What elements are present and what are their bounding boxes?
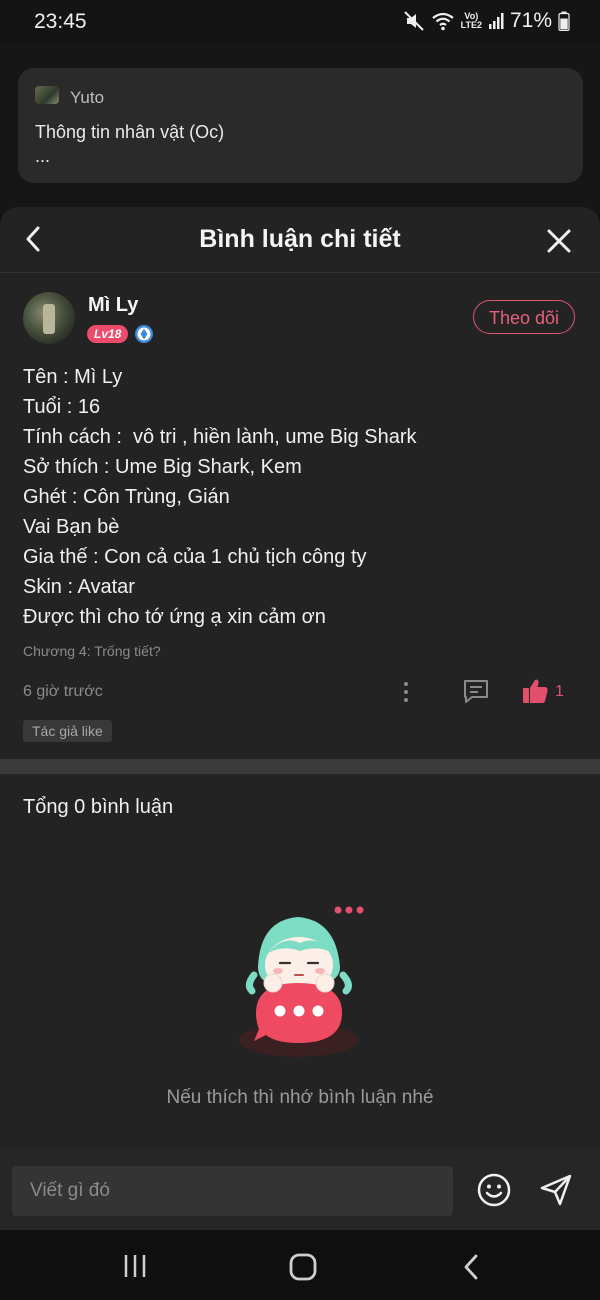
comment-line: Skin : Avatar [23, 576, 135, 598]
background-username: Yuto [70, 88, 105, 107]
comment-line: Tên : Mì Ly [23, 366, 123, 388]
comment-line: Tính cách : vô tri , hiền lành, ume Big … [23, 426, 417, 448]
nav-home-icon[interactable] [288, 1253, 318, 1281]
page-title: Bình luận chi tiết [199, 225, 401, 253]
background-post-more: ... [35, 146, 51, 166]
wifi-icon [431, 12, 454, 31]
mute-icon [403, 11, 424, 31]
more-vertical-icon[interactable] [398, 680, 414, 704]
battery-percent: 71% [509, 9, 552, 32]
comment-line: Vai Bạn bè [23, 516, 120, 538]
level-badge: Lv18 [87, 325, 129, 343]
follow-button[interactable]: Theo dõi [473, 300, 575, 334]
close-icon[interactable] [544, 226, 574, 256]
nav-recent-icon[interactable] [120, 1253, 150, 1279]
comment-input[interactable] [12, 1166, 453, 1216]
comment-line: Ghét : Côn Trùng, Gián [23, 486, 230, 508]
section-separator [0, 759, 600, 774]
signal-icon [488, 13, 504, 29]
avatar-figure [43, 304, 55, 334]
comment-line: Gia thế : Con cả của 1 chủ tịch công ty [23, 546, 367, 568]
comment-icon[interactable] [462, 678, 490, 704]
empty-state-illustration [238, 906, 364, 1057]
avatar[interactable] [23, 292, 75, 344]
background-post-title: Thông tin nhân vật (Oc) [35, 122, 225, 142]
background-avatar [35, 86, 59, 104]
replies-total: Tổng 0 bình luận [23, 796, 174, 818]
thumbs-up-icon[interactable] [521, 677, 549, 705]
comment-line: Tuổi : 16 [23, 396, 101, 418]
comment-body: Tên : Mì Ly Tuổi : 16 Tính cách : vô tri… [23, 362, 583, 632]
battery-icon [558, 11, 570, 31]
network-type: Vo) LTE2 [460, 11, 482, 30]
nav-back-icon[interactable] [460, 1253, 482, 1281]
comment-line: Sở thích : Ume Big Shark, Kem [23, 456, 302, 478]
header-divider [0, 272, 600, 273]
status-icons: Vo) LTE2 71% [403, 9, 570, 33]
emoji-icon[interactable] [476, 1172, 512, 1208]
empty-state-message: Nếu thích thì nhớ bình luận nhé [166, 1087, 434, 1108]
comment-timestamp: 6 giờ trước [23, 683, 103, 700]
chapter-link[interactable]: Chương 4: Trống tiết? [23, 643, 161, 659]
comment-username[interactable]: Mì Ly [88, 294, 138, 317]
like-count: 1 [555, 683, 564, 700]
author-like-tag: Tác giả like [23, 720, 112, 742]
verified-badge-icon [135, 325, 153, 343]
comment-detail-sheet [0, 207, 600, 1230]
comment-line: Được thì cho tớ ứng ạ xin cảm ơn [23, 606, 326, 628]
send-icon[interactable] [538, 1172, 574, 1208]
status-time: 23:45 [34, 10, 87, 33]
